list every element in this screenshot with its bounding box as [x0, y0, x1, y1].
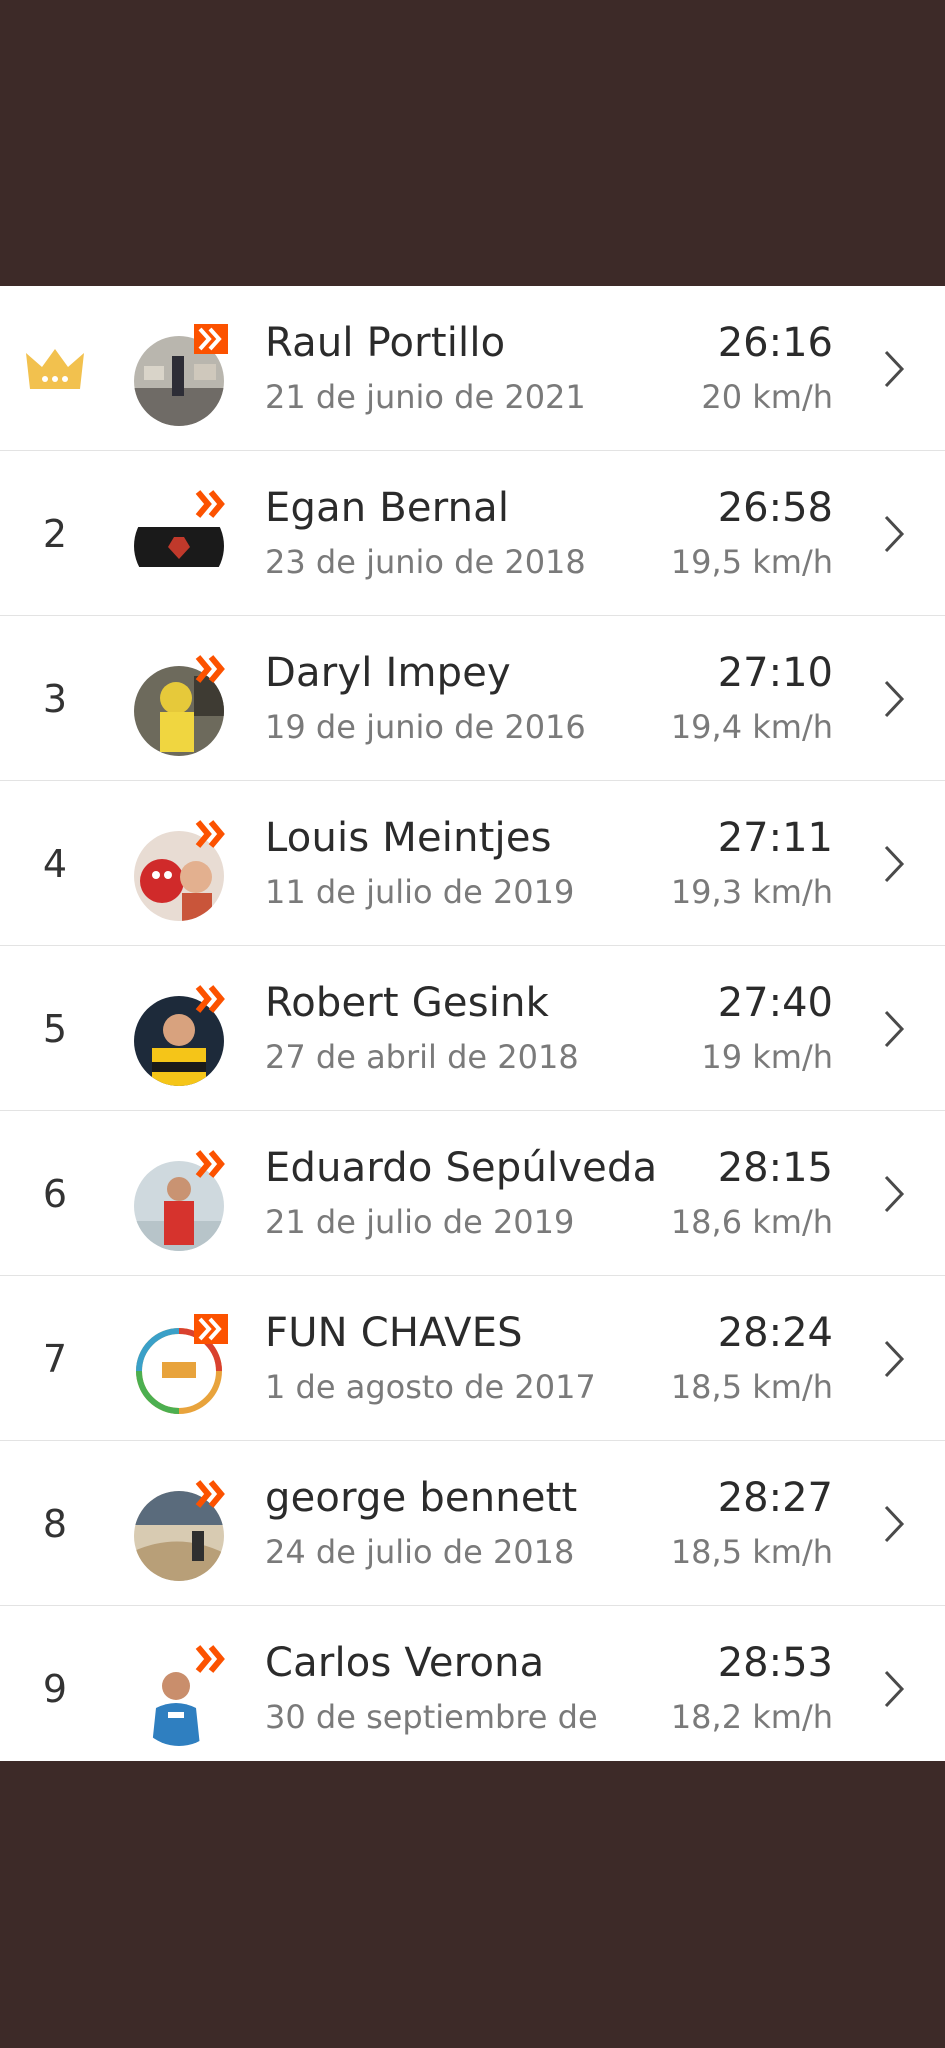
leaderboard-row[interactable]: 2 Egan Bernal 23 de junio de 2018 26:58 … — [0, 451, 945, 616]
rank-cell: 8 — [42, 1501, 68, 1546]
chevron-right-icon — [884, 845, 905, 883]
athlete-name: Egan Bernal — [265, 485, 510, 531]
effort-date: 11 de julio de 2019 — [265, 873, 575, 911]
chevron-right-icon — [884, 350, 905, 388]
rank-cell: 6 — [42, 1171, 68, 1216]
athlete-name: Louis Meintjes — [265, 815, 552, 861]
athlete-avatar[interactable] — [134, 984, 228, 1086]
effort-date: 21 de julio de 2019 — [265, 1203, 575, 1241]
athlete-name: Eduardo Sepúlveda — [265, 1145, 658, 1191]
effort-speed: 19,3 km/h — [670, 873, 833, 911]
chevron-right-icon — [884, 1010, 905, 1048]
double-chevron-badge-icon — [194, 1314, 228, 1344]
leaderboard-row[interactable]: 5 Robert Gesink 27 de abril de 2018 27:4… — [0, 946, 945, 1111]
double-chevron-badge-icon — [195, 1645, 225, 1673]
double-chevron-badge-icon — [195, 1480, 225, 1508]
effort-date: 30 de septiembre de — [265, 1698, 598, 1736]
effort-speed: 18,5 km/h — [670, 1533, 833, 1571]
effort-date: 27 de abril de 2018 — [265, 1038, 579, 1076]
effort-time: 28:15 — [717, 1145, 833, 1191]
chevron-right-icon — [884, 1670, 905, 1708]
chevron-right-icon — [884, 1340, 905, 1378]
athlete-avatar[interactable] — [134, 819, 228, 921]
leaderboard-row[interactable]: Raul Portillo 21 de junio de 2021 26:16 … — [0, 286, 945, 451]
effort-time: 27:40 — [717, 980, 833, 1026]
double-chevron-badge-icon — [195, 655, 225, 683]
chevron-right-icon — [884, 680, 905, 718]
effort-date: 24 de julio de 2018 — [265, 1533, 575, 1571]
athlete-avatar[interactable] — [134, 324, 228, 426]
top-backdrop — [0, 0, 945, 286]
effort-speed: 18,5 km/h — [670, 1368, 833, 1406]
effort-time: 26:58 — [717, 485, 833, 531]
rank-cell: 3 — [42, 676, 68, 721]
double-chevron-badge-icon — [195, 490, 225, 518]
effort-time: 28:24 — [717, 1310, 833, 1356]
leaderboard-row[interactable]: 7 FUN CHAVES 1 de agosto de 2017 28:24 1… — [0, 1276, 945, 1441]
rank-cell: 5 — [42, 1006, 68, 1051]
effort-date: 1 de agosto de 2017 — [265, 1368, 596, 1406]
effort-speed: 19,5 km/h — [670, 543, 833, 581]
athlete-name: Robert Gesink — [265, 980, 549, 1026]
effort-speed: 18,2 km/h — [670, 1698, 833, 1736]
athlete-avatar[interactable] — [134, 1314, 228, 1416]
effort-date: 23 de junio de 2018 — [265, 543, 586, 581]
chevron-right-icon — [884, 515, 905, 553]
leaderboard-row[interactable]: 3 Daryl Impey 19 de junio de 2016 27:10 … — [0, 616, 945, 781]
athlete-name: Raul Portillo — [265, 320, 506, 366]
crown-icon — [26, 348, 84, 389]
effort-time: 28:53 — [717, 1640, 833, 1686]
rank-cell: 7 — [42, 1336, 68, 1381]
double-chevron-badge-icon — [195, 985, 225, 1013]
effort-time: 27:11 — [717, 815, 833, 861]
athlete-name: FUN CHAVES — [265, 1310, 523, 1356]
effort-date: 21 de junio de 2021 — [265, 378, 586, 416]
leaderboard-row[interactable]: 6 Eduardo Sepúlveda 21 de julio de 2019 … — [0, 1111, 945, 1276]
effort-time: 27:10 — [717, 650, 833, 696]
rank-cell: 9 — [42, 1666, 68, 1711]
athlete-avatar[interactable] — [134, 1479, 228, 1581]
effort-time: 26:16 — [717, 320, 833, 366]
effort-time: 28:27 — [717, 1475, 833, 1521]
rank-cell: 4 — [42, 841, 68, 886]
effort-speed: 18,6 km/h — [670, 1203, 833, 1241]
effort-speed: 20 km/h — [701, 378, 833, 416]
double-chevron-badge-icon — [195, 1150, 225, 1178]
athlete-avatar[interactable] — [134, 654, 228, 756]
athlete-avatar[interactable] — [134, 489, 228, 591]
athlete-name: Carlos Verona — [265, 1640, 545, 1686]
athlete-name: Daryl Impey — [265, 650, 511, 696]
effort-speed: 19 km/h — [701, 1038, 833, 1076]
athlete-avatar[interactable] — [134, 1149, 228, 1251]
chevron-right-icon — [884, 1505, 905, 1543]
effort-date: 19 de junio de 2016 — [265, 708, 586, 746]
leaderboard-list: Raul Portillo 21 de junio de 2021 26:16 … — [0, 286, 945, 1761]
athlete-name: george bennett — [265, 1475, 578, 1521]
double-chevron-badge-icon — [195, 820, 225, 848]
effort-speed: 19,4 km/h — [670, 708, 833, 746]
chevron-right-icon — [884, 1175, 905, 1213]
leaderboard-row[interactable]: 9 Carlos Verona 30 de septiembre de 28:5… — [0, 1606, 945, 1761]
leaderboard-row[interactable]: 4 Louis Meintjes 11 de julio de 2019 27:… — [0, 781, 945, 946]
athlete-avatar[interactable] — [134, 1644, 228, 1746]
rank-cell — [0, 286, 110, 451]
rank-cell: 2 — [42, 511, 68, 556]
leaderboard-row[interactable]: 8 george bennett 24 de julio de 2018 28:… — [0, 1441, 945, 1606]
double-chevron-badge-icon — [194, 324, 228, 354]
